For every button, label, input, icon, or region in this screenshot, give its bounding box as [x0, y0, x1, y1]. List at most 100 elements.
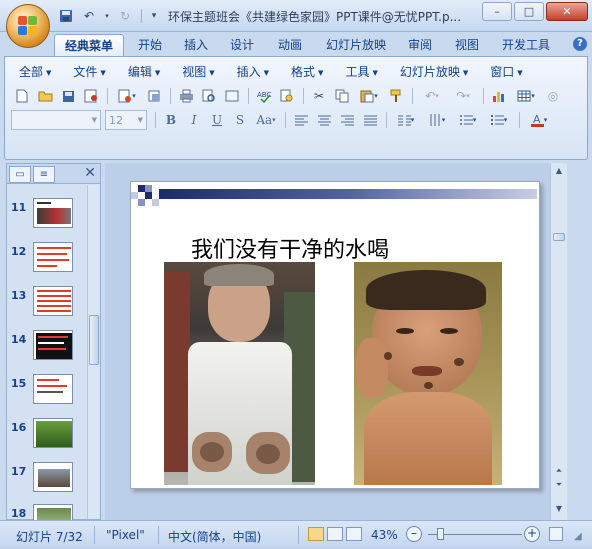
numbering-icon[interactable]: ▾: [453, 110, 483, 130]
spelling-icon[interactable]: ABC: [253, 86, 275, 106]
close-button[interactable]: ✕: [546, 2, 588, 21]
office-logo-icon: [18, 16, 38, 36]
resize-grip-icon[interactable]: ◢: [574, 531, 582, 542]
slide-title[interactable]: 我们没有干净的水喝: [191, 232, 389, 264]
menu-slide-show[interactable]: 幻灯片放映 ▼: [390, 62, 480, 82]
paste-icon[interactable]: ▾: [354, 86, 384, 106]
scroll-down-icon[interactable]: ▼: [553, 503, 565, 515]
redo-icon[interactable]: ↻: [115, 7, 135, 25]
research-icon[interactable]: [276, 86, 298, 106]
print-icon[interactable]: [175, 86, 197, 106]
undo-icon[interactable]: ↶: [79, 7, 99, 25]
justify-icon[interactable]: [359, 110, 381, 130]
menu-view[interactable]: 视图 ▼: [172, 62, 226, 82]
photo-woman-dirty-hands[interactable]: [164, 262, 315, 485]
permission-icon[interactable]: [80, 86, 102, 106]
slide-thumbnail[interactable]: 13: [7, 286, 87, 322]
menu-file[interactable]: 文件 ▼: [63, 62, 117, 82]
open-folder-icon[interactable]: [34, 86, 56, 106]
email-icon[interactable]: ▾: [112, 86, 142, 106]
menu-window[interactable]: 窗口 ▼: [480, 62, 534, 82]
next-slide-icon[interactable]: ⏷: [553, 479, 565, 491]
menu-all[interactable]: 全部 ▼: [9, 62, 63, 82]
save-icon[interactable]: [56, 7, 76, 25]
slide-thumbnail[interactable]: 17: [7, 462, 87, 498]
zoom-out-button[interactable]: –: [406, 526, 422, 542]
slides-panel-scrollbar[interactable]: [87, 185, 99, 519]
slide-scrollbar[interactable]: ▲ ⏶ ⏷ ▼: [550, 163, 567, 520]
font-color-icon[interactable]: A ▾: [524, 110, 554, 130]
tab-slide-show[interactable]: 幻灯片放映: [318, 34, 394, 56]
normal-view-icon[interactable]: [221, 86, 243, 106]
tab-classic-menu[interactable]: 经典菜单: [54, 34, 124, 56]
change-case-button[interactable]: Aa ▾: [252, 110, 280, 130]
insert-table-icon[interactable]: ▾: [511, 86, 541, 106]
chevron-down-icon: ▾: [272, 116, 276, 124]
bold-button[interactable]: B: [160, 110, 182, 130]
undo-dropdown-icon[interactable]: ▾: [102, 7, 112, 25]
bullets-icon[interactable]: ▾: [484, 110, 514, 130]
scroll-up-icon[interactable]: ▲: [553, 165, 565, 177]
grayscale-icon[interactable]: ◎: [542, 86, 564, 106]
underline-button[interactable]: U: [206, 110, 228, 130]
close-panel-icon[interactable]: ✕: [84, 165, 96, 181]
zoom-level[interactable]: 43%: [371, 528, 398, 542]
scrollbar-thumb[interactable]: [89, 315, 99, 365]
redo-icon[interactable]: ↷ ▾: [448, 86, 478, 106]
slide-show-view-button[interactable]: [346, 527, 362, 541]
fit-to-window-button[interactable]: [549, 527, 563, 541]
menu-edit[interactable]: 编辑 ▼: [118, 62, 172, 82]
tab-home[interactable]: 开始: [130, 34, 170, 56]
text-shadow-button[interactable]: S: [229, 110, 251, 130]
previous-slide-icon[interactable]: ⏶: [553, 465, 565, 477]
current-slide[interactable]: 我们没有干净的水喝: [130, 181, 540, 489]
tab-design[interactable]: 设计: [222, 34, 262, 56]
cut-icon[interactable]: ✂: [308, 86, 330, 106]
menu-format[interactable]: 格式 ▼: [281, 62, 335, 82]
menu-insert[interactable]: 插入 ▼: [227, 62, 281, 82]
outline-tab-icon[interactable]: ≡: [33, 166, 55, 183]
format-painter-icon[interactable]: [385, 86, 407, 106]
language-indicator[interactable]: 中文(简体，中国): [168, 528, 261, 545]
insert-chart-icon[interactable]: [488, 86, 510, 106]
help-icon[interactable]: ?: [573, 37, 587, 51]
photo-dirty-child[interactable]: [354, 262, 502, 485]
italic-button[interactable]: I: [183, 110, 205, 130]
slide-sorter-view-button[interactable]: [327, 527, 343, 541]
font-size-select[interactable]: 12 ▼: [105, 110, 147, 130]
tab-review[interactable]: 审阅: [400, 34, 440, 56]
minimize-button[interactable]: –: [482, 2, 512, 21]
scrollbar-thumb[interactable]: [553, 233, 565, 241]
slide-thumbnail[interactable]: 12: [7, 242, 87, 278]
align-right-icon[interactable]: [336, 110, 358, 130]
slide-thumbnail[interactable]: 14: [7, 330, 87, 366]
new-document-icon[interactable]: [11, 86, 33, 106]
font-name-select[interactable]: ▼: [11, 110, 101, 130]
tab-animations[interactable]: 动画: [268, 34, 312, 56]
columns-icon[interactable]: ▾: [391, 110, 421, 130]
maximize-button[interactable]: □: [514, 2, 544, 21]
print-preview-icon[interactable]: [198, 86, 220, 106]
tab-insert[interactable]: 插入: [176, 34, 216, 56]
save-icon[interactable]: [57, 86, 79, 106]
customize-qat-icon[interactable]: ▾: [148, 7, 160, 25]
tab-view[interactable]: 视图: [446, 34, 488, 56]
zoom-in-button[interactable]: +: [524, 526, 540, 542]
slide-thumbnail[interactable]: 15: [7, 374, 87, 410]
toolbar-separator: [412, 88, 413, 104]
align-left-icon[interactable]: [290, 110, 312, 130]
office-button[interactable]: [6, 4, 50, 48]
text-direction-icon[interactable]: ▾: [422, 110, 452, 130]
slides-tab-icon[interactable]: ▭: [9, 166, 31, 183]
zoom-slider-knob[interactable]: [437, 528, 444, 540]
align-center-icon[interactable]: [313, 110, 335, 130]
normal-view-button[interactable]: [308, 527, 324, 541]
slide-thumbnail[interactable]: 18: [7, 504, 87, 520]
undo-icon[interactable]: ↶ ▾: [417, 86, 447, 106]
tab-developer[interactable]: 开发工具: [494, 34, 558, 56]
slide-thumbnail[interactable]: 11: [7, 198, 87, 234]
publish-pdf-icon[interactable]: [143, 86, 165, 106]
menu-tools[interactable]: 工具 ▼: [335, 62, 389, 82]
copy-icon[interactable]: [331, 86, 353, 106]
slide-thumbnail[interactable]: 16: [7, 418, 87, 454]
